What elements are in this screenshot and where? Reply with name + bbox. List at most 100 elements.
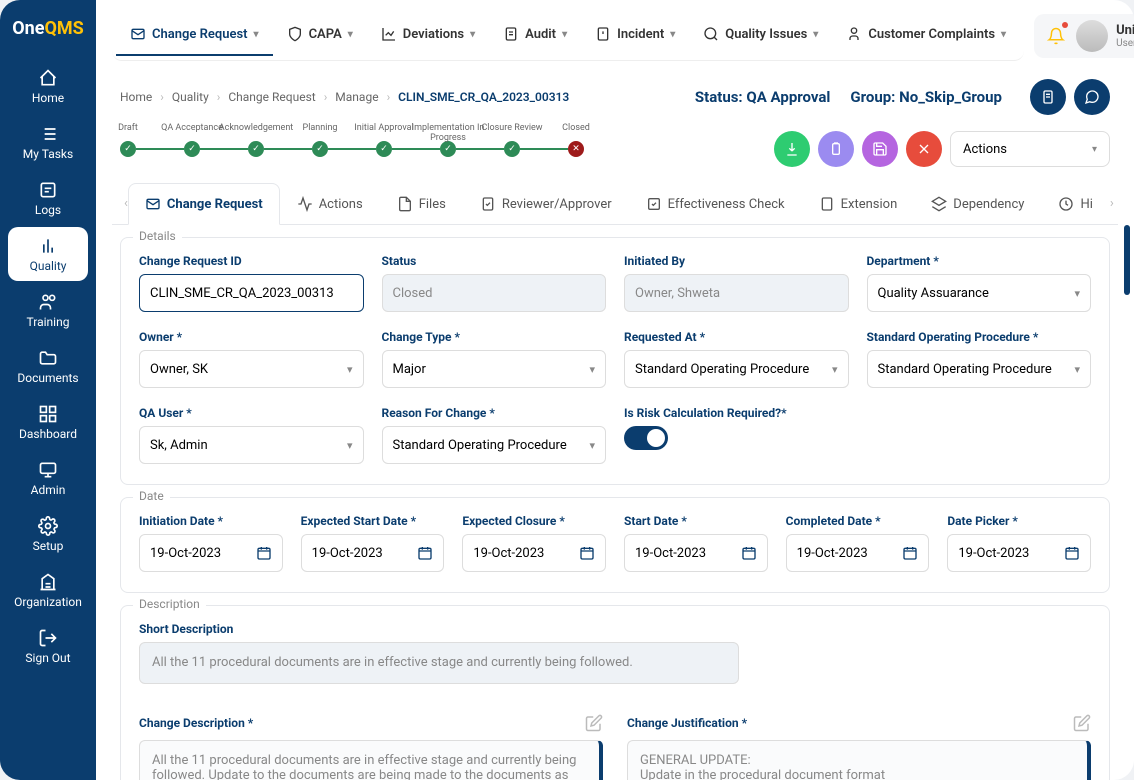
check-icon — [646, 196, 662, 212]
topnav-menu: Change Request▾ CAPA▾ Deviations▾ Audit▾… — [112, 10, 1024, 61]
change-type-select[interactable]: Major▾ — [382, 350, 607, 388]
user-role: User — [1116, 38, 1134, 49]
shield-icon — [287, 26, 303, 42]
user-area[interactable]: Unikwan User ▾ — [1034, 14, 1134, 58]
crumb-cr[interactable]: Change Request — [228, 90, 315, 104]
sidebar-item-signout[interactable]: Sign Out — [8, 619, 88, 673]
breadcrumb: Home › Quality › Change Request › Manage… — [120, 90, 569, 104]
calendar-icon — [902, 545, 918, 561]
topnav-audit[interactable]: Audit▾ — [489, 14, 581, 56]
task-icon — [38, 124, 58, 144]
progress-row: Draft✓ QA Acceptance✓ Acknowledgement✓ P… — [96, 123, 1134, 175]
description-section: Description Short Description All the 11… — [120, 605, 1110, 780]
user-name: Unikwan — [1116, 23, 1134, 38]
close-button[interactable] — [906, 131, 942, 167]
expected-start-date[interactable]: 19-Oct-2023 — [301, 534, 445, 572]
tab-extension[interactable]: Extension — [802, 183, 915, 224]
sidebar-item-quality[interactable]: Quality — [8, 227, 88, 281]
folder-icon — [38, 348, 58, 368]
quality-icon — [38, 236, 58, 256]
department-select[interactable]: Quality Assuarance▾ — [867, 274, 1092, 312]
content: Details Change Request IDCLIN_SME_CR_QA_… — [96, 225, 1134, 780]
tab-change-request[interactable]: Change Request — [128, 183, 280, 225]
owner-select[interactable]: Owner, SK▾ — [139, 350, 364, 388]
edit-icon[interactable] — [585, 714, 603, 732]
admin-icon — [38, 460, 58, 480]
tab-reviewer[interactable]: Reviewer/Approver — [463, 183, 629, 224]
crumb-quality[interactable]: Quality — [172, 90, 209, 104]
sidebar-item-dashboard[interactable]: Dashboard — [8, 395, 88, 449]
edit-icon[interactable] — [1073, 714, 1091, 732]
calendar-icon — [579, 545, 595, 561]
sidebar-item-organization[interactable]: Organization — [8, 563, 88, 617]
sidebar-item-admin[interactable]: Admin — [8, 451, 88, 505]
logo: OneQMS — [12, 18, 84, 39]
sidebar-item-training[interactable]: Training — [8, 283, 88, 337]
avatar — [1076, 20, 1108, 52]
mail-icon — [130, 26, 146, 42]
reason-select[interactable]: Standard Operating Procedure▾ — [382, 426, 607, 464]
user-icon — [846, 26, 862, 42]
tab-actions[interactable]: Actions — [280, 183, 380, 224]
tab-effectiveness[interactable]: Effectiveness Check — [629, 183, 802, 224]
chat-button[interactable] — [1074, 79, 1110, 115]
change-just-textarea[interactable]: GENERAL UPDATE: Update in the procedural… — [627, 740, 1091, 780]
sidebar-item-logs[interactable]: Logs — [8, 171, 88, 225]
notification-bell-icon[interactable] — [1044, 24, 1068, 48]
download-button[interactable] — [774, 131, 810, 167]
sidebar-item-documents[interactable]: Documents — [8, 339, 88, 393]
expected-closure-date[interactable]: 19-Oct-2023 — [462, 534, 606, 572]
logs-icon — [38, 180, 58, 200]
gear-icon — [38, 516, 58, 536]
progress: Draft✓ QA Acceptance✓ Acknowledgement✓ P… — [120, 141, 758, 157]
calendar-icon — [417, 545, 433, 561]
file-icon — [397, 196, 413, 212]
chart-icon — [381, 26, 397, 42]
sidebar-item-setup[interactable]: Setup — [8, 507, 88, 561]
details-section: Details Change Request IDCLIN_SME_CR_QA_… — [120, 237, 1110, 485]
doc-button[interactable] — [1030, 79, 1066, 115]
topnav: Change Request▾ CAPA▾ Deviations▾ Audit▾… — [96, 0, 1134, 71]
tab-dependency[interactable]: Dependency — [914, 183, 1041, 224]
topnav-quality-issues[interactable]: Quality Issues▾ — [689, 14, 832, 56]
short-desc-textarea[interactable]: All the 11 procedural documents are in e… — [139, 642, 739, 684]
sop-select[interactable]: Standard Operating Procedure▾ — [867, 350, 1092, 388]
sidebar-item-mytasks[interactable]: My Tasks — [8, 115, 88, 169]
topnav-incident[interactable]: Incident▾ — [581, 14, 689, 56]
tab-hi[interactable]: Hi — [1041, 183, 1109, 224]
crumb-manage[interactable]: Manage — [335, 90, 378, 104]
mail-icon — [145, 196, 161, 212]
save-button[interactable] — [862, 131, 898, 167]
crumb-home[interactable]: Home — [120, 90, 152, 104]
calendar-icon — [741, 545, 757, 561]
dep-icon — [931, 196, 947, 212]
actions-dropdown[interactable]: Actions▾ — [950, 131, 1110, 167]
status-group: Status: QA Approval Group: No_Skip_Group — [695, 88, 1002, 106]
audit-icon — [503, 26, 519, 42]
initiation-date[interactable]: 19-Oct-2023 — [139, 534, 283, 572]
topnav-deviations[interactable]: Deviations▾ — [367, 14, 489, 56]
initiated-by-input: Owner, Shweta — [624, 274, 849, 312]
topnav-capa[interactable]: CAPA▾ — [273, 14, 367, 56]
calendar-icon — [1064, 545, 1080, 561]
topnav-customer-complaints[interactable]: Customer Complaints▾ — [832, 14, 1020, 56]
completed-date[interactable]: 19-Oct-2023 — [786, 534, 930, 572]
qa-user-select[interactable]: Sk, Admin▾ — [139, 426, 364, 464]
sidebar-item-home[interactable]: Home — [8, 59, 88, 113]
ext-icon — [819, 196, 835, 212]
incident-icon — [595, 26, 611, 42]
requested-at-select[interactable]: Standard Operating Procedure▾ — [624, 350, 849, 388]
change-desc-textarea[interactable]: All the 11 procedural documents are in e… — [139, 740, 603, 780]
calendar-icon — [256, 545, 272, 561]
tab-next[interactable]: › — [1110, 192, 1114, 216]
cr-id-input[interactable]: CLIN_SME_CR_QA_2023_00313 — [139, 274, 364, 312]
signout-icon — [38, 628, 58, 648]
topnav-change-request[interactable]: Change Request▾ — [116, 14, 273, 56]
org-icon — [38, 572, 58, 592]
status-input: Closed — [382, 274, 607, 312]
date-picker[interactable]: 19-Oct-2023 — [947, 534, 1091, 572]
risk-toggle[interactable] — [624, 426, 668, 450]
start-date[interactable]: 19-Oct-2023 — [624, 534, 768, 572]
tab-files[interactable]: Files — [380, 183, 463, 224]
clipboard-button[interactable] — [818, 131, 854, 167]
